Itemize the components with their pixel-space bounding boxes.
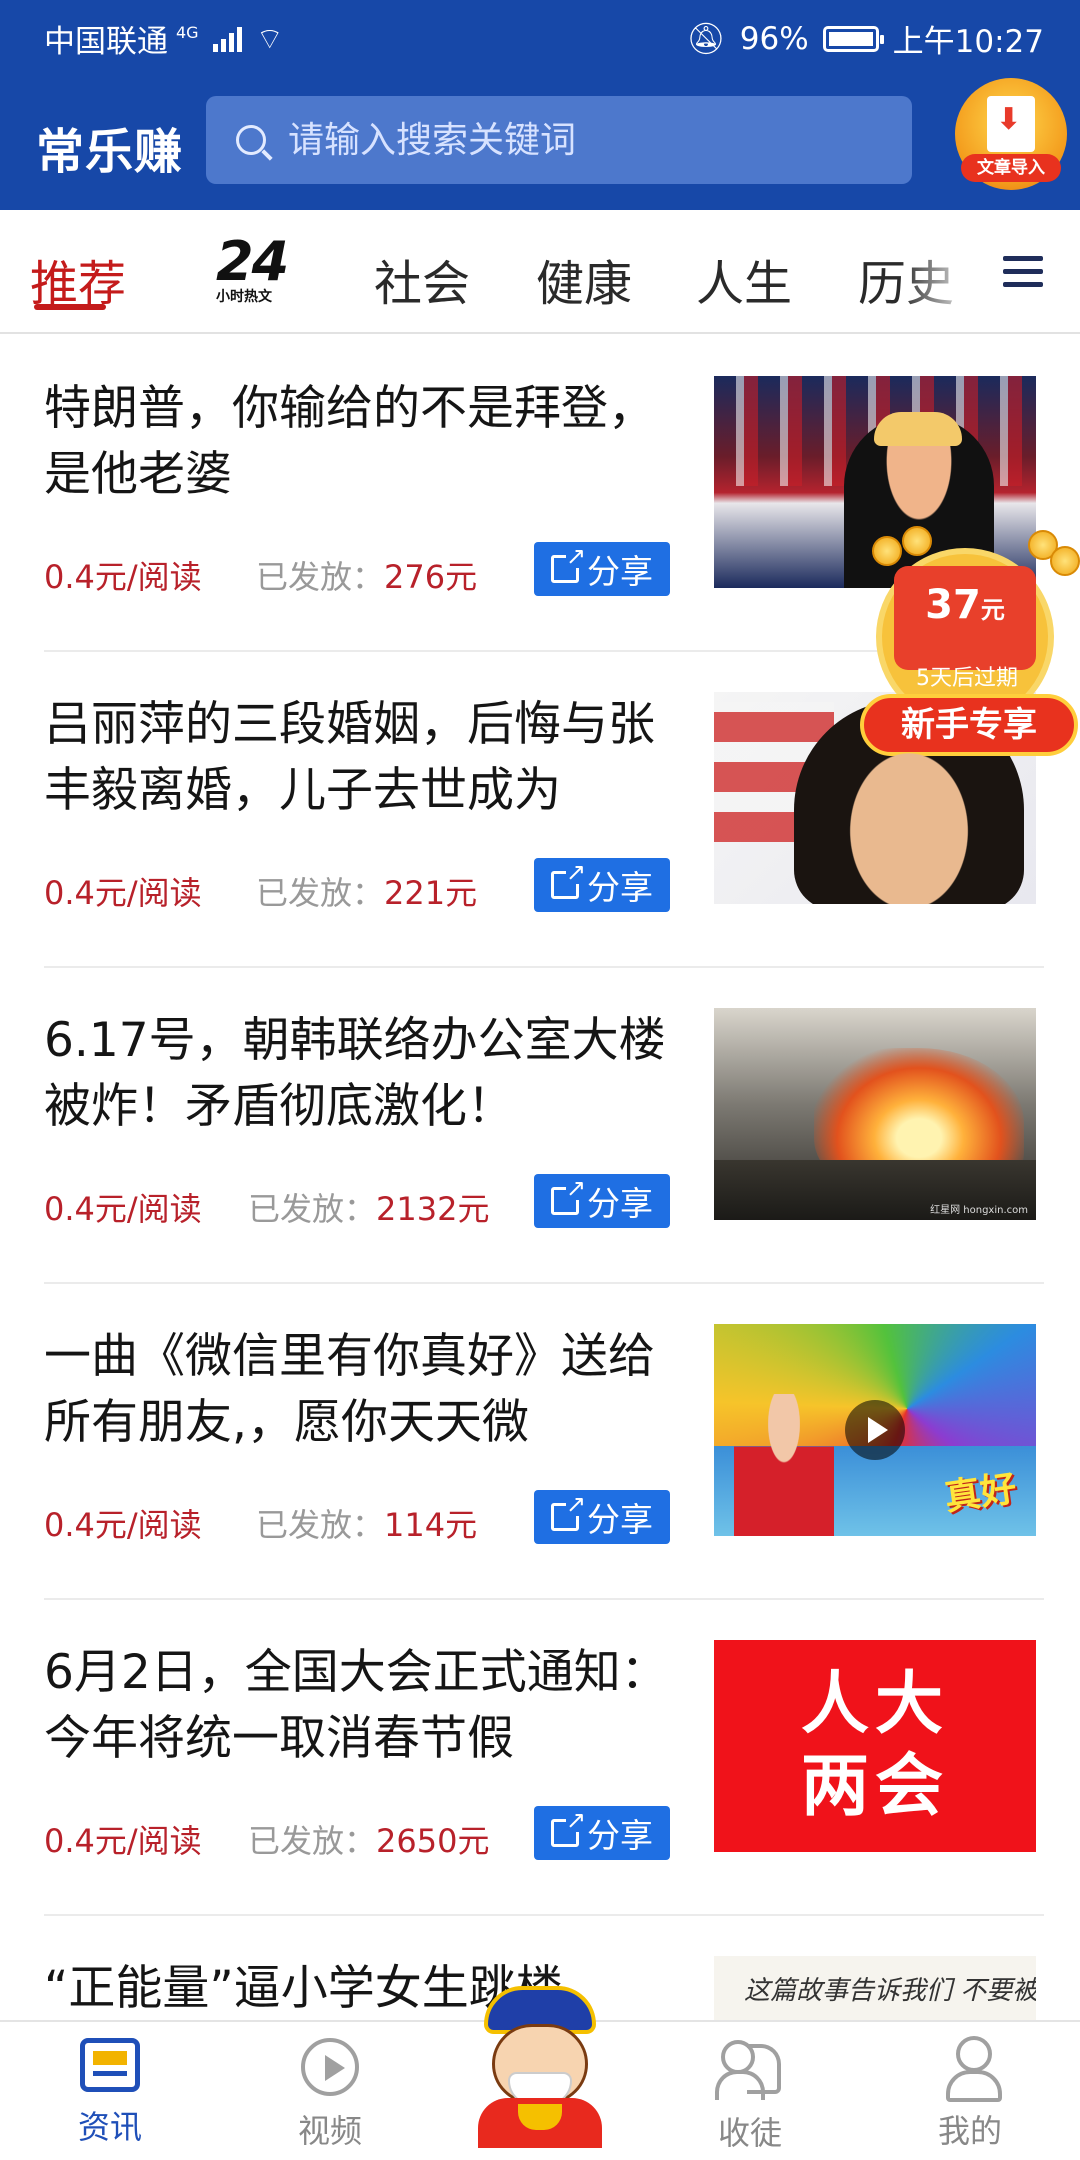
share-label: 分享: [587, 1500, 653, 1539]
article-rate: 0.4元/阅读: [44, 558, 202, 596]
article-rate: 0.4元/阅读: [44, 874, 202, 912]
clock: 上午10:27: [892, 24, 1044, 60]
news-icon: [80, 2038, 140, 2092]
share-button[interactable]: 分享: [534, 858, 670, 912]
article-rate: 0.4元/阅读: [44, 1506, 202, 1544]
share-button[interactable]: 分享: [534, 542, 670, 596]
battery-icon: [822, 25, 884, 52]
share-label: 分享: [587, 1184, 653, 1223]
app-header: 常乐赚 文章导入: [0, 74, 1080, 210]
article-title[interactable]: 吕丽萍的三段婚姻，后悔与张丰毅离婚，儿子去世成为: [44, 692, 684, 824]
paid-label: 已发放：: [256, 1506, 385, 1544]
god-of-wealth-icon[interactable]: [470, 1980, 610, 2148]
share-button[interactable]: 分享: [534, 1490, 670, 1544]
battery-percent: 96%: [739, 20, 809, 57]
tab-society[interactable]: 社会: [374, 244, 470, 314]
paid-amount: 114元: [384, 1506, 478, 1544]
article-paid: 已发放：276元: [256, 552, 477, 598]
search-icon: [236, 125, 266, 155]
tab-fade-overlay: [900, 210, 1010, 330]
nav-me[interactable]: 我的: [890, 2032, 1050, 2152]
article-thumbnail[interactable]: 真好: [714, 1324, 1036, 1536]
nav-news[interactable]: 资讯: [30, 2032, 190, 2148]
status-left: 中国联通 4G ⌔: [44, 16, 284, 61]
article-item[interactable]: 6月2日，全国大会正式通知：今年将统一取消春节假 0.4元/阅读 已发放：265…: [0, 1600, 1080, 1916]
share-label: 分享: [587, 552, 653, 591]
video-icon: [301, 2038, 359, 2096]
category-tabs: 推荐 24 小时热文 社会 健康 人生 历史: [0, 210, 1080, 334]
thumbnail-watermark: 红星网 hongxin.com: [930, 1205, 1028, 1216]
wifi-icon: ⌔: [255, 21, 284, 57]
nav-news-label: 资讯: [77, 2108, 142, 2146]
tab-health[interactable]: 健康: [536, 244, 632, 314]
search-bar[interactable]: [206, 96, 912, 184]
paid-label: 已发放：: [248, 1822, 377, 1860]
thumbnail-text: 真好: [941, 1468, 1019, 1519]
article-paid: 已发放：221元: [256, 868, 477, 914]
share-icon: [551, 860, 586, 899]
article-paid: 已发放：114元: [256, 1500, 477, 1546]
nav-me-label: 我的: [937, 2112, 1002, 2150]
share-icon: [551, 544, 586, 583]
paid-label: 已发放：: [256, 558, 385, 596]
profile-icon: [940, 2036, 1002, 2102]
article-title[interactable]: 6月2日，全国大会正式通知：今年将统一取消春节假: [44, 1640, 684, 1772]
paid-amount: 2650元: [376, 1822, 490, 1860]
tab-24h-number: 24: [216, 230, 289, 293]
menu-icon[interactable]: [1003, 256, 1043, 288]
thumbnail-handwriting: 这篇故事告诉我们 不要被表面: [744, 1976, 1036, 2006]
article-item[interactable]: 6.17号，朝韩联络办公室大楼被炸！矛盾彻底激化！ 0.4元/阅读 已发放：21…: [0, 968, 1080, 1284]
play-icon[interactable]: [845, 1400, 905, 1460]
mute-bell-icon: 🔕︎: [686, 21, 726, 57]
share-icon: [551, 1808, 586, 1847]
bonus-expire: 5天后过期: [916, 666, 1018, 691]
thumbnail-text: 人大 两会: [800, 1665, 949, 1826]
tab-active-indicator: [34, 304, 106, 310]
article-title[interactable]: 特朗普，你输给的不是拜登，是他老婆: [44, 376, 684, 508]
search-input[interactable]: [288, 119, 888, 161]
app-logo: 常乐赚: [36, 124, 184, 180]
article-title[interactable]: 一曲《微信里有你真好》送给所有朋友,，愿你天天微: [44, 1324, 684, 1456]
paid-amount: 221元: [384, 874, 478, 912]
network-type: 4G: [176, 23, 199, 42]
share-button[interactable]: 分享: [534, 1806, 670, 1860]
article-import-button[interactable]: 文章导入: [955, 78, 1067, 190]
share-icon: [551, 1492, 586, 1531]
share-icon: [551, 1176, 586, 1215]
article-paid: 已发放：2132元: [248, 1184, 489, 1230]
newbie-bonus-badge[interactable]: 37元 5天后过期 新手专享: [858, 526, 1080, 762]
article-paid: 已发放：2650元: [248, 1816, 489, 1862]
share-label: 分享: [587, 868, 653, 907]
share-label: 分享: [587, 1816, 653, 1855]
paid-amount: 276元: [384, 558, 478, 596]
tab-24h-hot[interactable]: 24 小时热文: [216, 230, 296, 306]
import-doc-icon: [987, 96, 1035, 152]
article-import-label: 文章导入: [961, 154, 1061, 182]
paid-label: 已发放：: [256, 874, 385, 912]
status-right: 🔕︎ 96% 上午10:27: [686, 16, 1044, 61]
article-rate: 0.4元/阅读: [44, 1822, 202, 1860]
status-bar: 中国联通 4G ⌔ 🔕︎ 96% 上午10:27: [0, 0, 1080, 74]
share-button[interactable]: 分享: [534, 1174, 670, 1228]
signal-icon: [212, 26, 242, 52]
nav-video[interactable]: 视频: [250, 2032, 410, 2152]
paid-amount: 2132元: [376, 1190, 490, 1228]
article-item[interactable]: 一曲《微信里有你真好》送给所有朋友,，愿你天天微 0.4元/阅读 已发放：114…: [0, 1284, 1080, 1600]
nav-apprentice[interactable]: 收徒: [670, 2032, 830, 2154]
nav-apprentice-label: 收徒: [717, 2114, 782, 2152]
apprentice-icon: [715, 2038, 785, 2100]
article-rate: 0.4元/阅读: [44, 1190, 202, 1228]
article-thumbnail[interactable]: 人大 两会: [714, 1640, 1036, 1852]
nav-video-label: 视频: [297, 2112, 362, 2150]
carrier-name: 中国联通: [44, 24, 168, 60]
bonus-amount: 37元: [925, 582, 1005, 628]
paid-label: 已发放：: [248, 1190, 377, 1228]
article-thumbnail[interactable]: 红星网 hongxin.com: [714, 1008, 1036, 1220]
tab-life[interactable]: 人生: [696, 244, 792, 314]
article-title[interactable]: 6.17号，朝韩联络办公室大楼被炸！矛盾彻底激化！: [44, 1008, 684, 1140]
